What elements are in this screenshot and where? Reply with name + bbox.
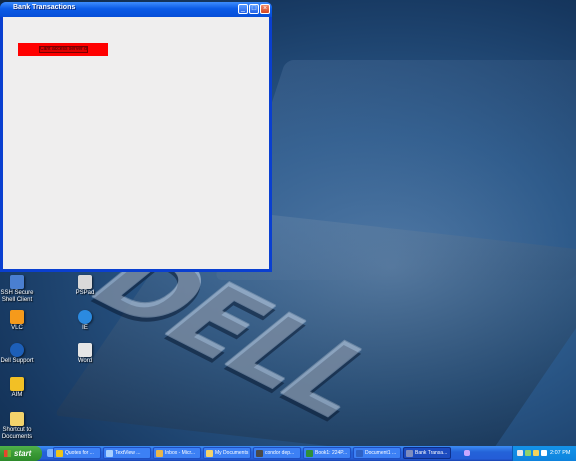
desktop-icon-label: Shell Client xyxy=(1,297,33,303)
document-icon xyxy=(78,343,92,357)
taskbar-item[interactable]: Document1 ... xyxy=(353,447,401,459)
taskbar-extra-icon[interactable] xyxy=(464,450,470,456)
desktop-icon-ie[interactable]: IE xyxy=(60,310,110,332)
taskbar-item-label: Bank Transa... xyxy=(415,450,448,456)
maximize-icon: □ xyxy=(251,5,257,12)
close-icon: × xyxy=(262,5,268,12)
system-tray: 2:07 PM xyxy=(512,446,576,461)
desktop-icon-label: AIM xyxy=(11,392,23,398)
terminal-icon xyxy=(10,275,24,289)
app-icon xyxy=(106,450,113,457)
desktop-icon-documents[interactable]: Shortcut to Documents xyxy=(0,412,42,441)
internet-explorer-icon xyxy=(78,310,92,324)
desktop-icon-label: Word xyxy=(77,358,93,364)
start-label: start xyxy=(14,449,32,458)
mail-icon xyxy=(156,450,163,457)
desktop-icon-vlc[interactable]: VLC xyxy=(0,310,42,332)
taskbar-item-label: My Documents xyxy=(215,450,249,456)
desktop-icon-label: IE xyxy=(82,325,88,331)
desktop-icon-label: PSPad xyxy=(75,290,95,296)
taskbar-item-label: Document1 ... xyxy=(365,450,397,456)
taskbar-item-label: Inbox - Micr... xyxy=(165,450,196,456)
window-title-bar[interactable]: Bank Transactions _ □ × xyxy=(0,2,272,17)
folder-icon xyxy=(206,450,213,457)
window-client-area: Cant access server data xyxy=(3,17,269,269)
bank-transactions-window: Bank Transactions _ □ × Cant access serv… xyxy=(0,2,272,272)
app-icon xyxy=(56,450,63,457)
desktop: DELL SSH Secure Shell Client PSPad VLC I… xyxy=(0,0,576,446)
error-panel: Cant access server data xyxy=(18,43,108,56)
desktop-icon-label: Dell Support xyxy=(0,358,34,364)
taskbar-item-label: Quotes for ... xyxy=(65,450,94,456)
desktop-icon-label: Documents xyxy=(1,434,33,440)
minimize-icon: _ xyxy=(241,5,245,12)
taskbar-item[interactable]: TextView ... xyxy=(103,447,151,459)
desktop-icon-label: VLC xyxy=(11,325,23,331)
security-icon[interactable] xyxy=(525,450,531,456)
minimize-button[interactable]: _ xyxy=(238,4,248,14)
taskbar-item[interactable]: Quotes for ... xyxy=(53,447,101,459)
window-icon xyxy=(406,450,413,457)
taskbar: start Quotes for ... TextView ... Inbox … xyxy=(0,446,576,461)
cone-icon xyxy=(10,310,24,324)
desktop-icon-label: SSH Secure xyxy=(0,290,34,296)
taskbar-item[interactable]: condor dep... xyxy=(253,447,301,459)
document-icon xyxy=(356,450,363,457)
taskbar-item-label: Book1: 224P... xyxy=(315,450,348,456)
messenger-icon xyxy=(10,377,24,391)
desktop-icon-label: Shortcut to xyxy=(2,427,32,433)
window-title: Bank Transactions xyxy=(13,4,76,11)
network-icon[interactable] xyxy=(517,450,523,456)
taskbar-item-label: condor dep... xyxy=(265,450,295,456)
folder-icon xyxy=(10,412,24,426)
taskbar-item[interactable]: Book1: 224P... xyxy=(303,447,351,459)
clock[interactable]: 2:07 PM xyxy=(550,450,570,456)
start-button[interactable]: start xyxy=(0,446,42,461)
help-icon xyxy=(10,343,24,357)
spreadsheet-icon xyxy=(306,450,313,457)
terminal-icon xyxy=(256,450,263,457)
windows-flag-icon xyxy=(4,450,11,457)
taskbar-item-label: TextView ... xyxy=(115,450,141,456)
maximize-button[interactable]: □ xyxy=(249,4,259,14)
desktop-icon-support[interactable]: Dell Support xyxy=(0,343,42,365)
desktop-icon-pspad[interactable]: PSPad xyxy=(60,275,110,297)
taskbar-item-active[interactable]: Bank Transa... xyxy=(403,447,451,459)
desktop-icon-ssh[interactable]: SSH Secure Shell Client xyxy=(0,275,42,304)
desktop-icon-aim[interactable]: AIM xyxy=(0,377,42,399)
notification-icon[interactable] xyxy=(541,450,547,456)
editor-icon xyxy=(78,275,92,289)
volume-icon[interactable] xyxy=(533,450,539,456)
error-message: Cant access server data xyxy=(39,46,88,53)
taskbar-item[interactable]: Inbox - Micr... xyxy=(153,447,201,459)
close-button[interactable]: × xyxy=(260,4,270,14)
desktop-icon-word[interactable]: Word xyxy=(60,343,110,365)
taskbar-item[interactable]: My Documents xyxy=(203,447,251,459)
